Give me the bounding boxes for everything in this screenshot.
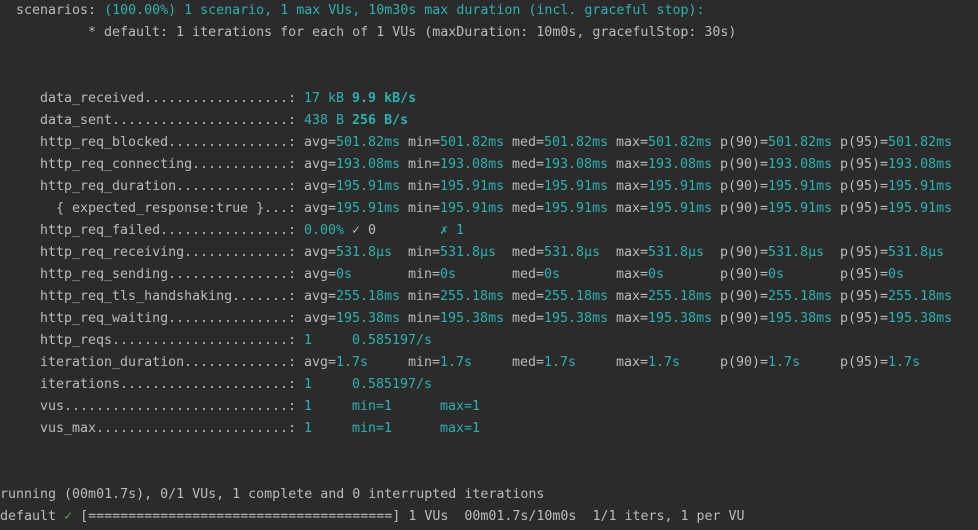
default-scenario-line: * default: 1 iterations for each of 1 VU…	[88, 25, 737, 40]
metric-rate-iterations: 0.585197/s	[352, 377, 433, 392]
metric-name-http-req-duration: http_req_duration..............:	[40, 179, 297, 194]
progress-scenario-label: default	[0, 509, 57, 524]
progress-bar: [======================================]	[80, 509, 401, 524]
metric-p90-http-req-connecting: p(90)=193.08ms	[720, 157, 833, 172]
metric-min-vus-max: min=1	[352, 421, 393, 436]
metric-avg-http-req-receiving: avg=531.8µs	[304, 245, 393, 260]
metric-min-http-req-sending: min=0s	[408, 267, 457, 282]
terminal-output: scenarios: (100.00%) 1 scenario, 1 max V…	[0, 0, 978, 530]
metric-p95-http-req-duration: p(95)=195.91ms	[840, 179, 953, 194]
metric-avg-http-req-connecting: avg=193.08ms	[304, 157, 401, 172]
metric-value-vus: 1	[304, 399, 313, 414]
metric-max-http-req-tls-handshaking: max=255.18ms	[616, 289, 713, 304]
metric-avg-http-req-tls-handshaking: avg=255.18ms	[304, 289, 401, 304]
metric-name-vus-max: vus_max........................:	[40, 421, 297, 436]
running-status: running (00m01.7s), 0/1 VUs, 1 complete …	[0, 487, 545, 502]
metric-avg-iteration-duration: avg=1.7s	[304, 355, 369, 370]
metric-max-http-req-receiving: max=531.8µs	[616, 245, 705, 260]
metric-name-iteration-duration: iteration_duration.............:	[40, 355, 297, 370]
metric-max-http-req-blocked: max=501.82ms	[616, 135, 713, 150]
metric-med-expected-response: med=195.91ms	[512, 201, 609, 216]
progress-stats: 1 VUs 00m01.7s/10m0s 1/1 iters, 1 per VU	[408, 509, 745, 524]
metric-min-http-req-waiting: min=195.38ms	[408, 311, 505, 326]
metric-p90-iteration-duration: p(90)=1.7s	[720, 355, 801, 370]
metric-p95-http-req-tls-handshaking: p(95)=255.18ms	[840, 289, 953, 304]
metric-med-http-req-tls-handshaking: med=255.18ms	[512, 289, 609, 304]
metric-max-http-req-duration: max=195.91ms	[616, 179, 713, 194]
metric-count-iterations: 1	[304, 377, 313, 392]
scenarios-label: scenarios:	[16, 3, 97, 18]
metric-rate-http-reqs: 0.585197/s	[352, 333, 433, 348]
metric-avg-http-req-waiting: avg=195.38ms	[304, 311, 401, 326]
metric-med-http-req-duration: med=195.91ms	[512, 179, 609, 194]
metric-max-expected-response: max=195.91ms	[616, 201, 713, 216]
metric-name-http-req-connecting: http_req_connecting............:	[40, 157, 297, 172]
metric-p95-http-req-receiving: p(95)=531.8µs	[840, 245, 945, 260]
metric-name-http-req-waiting: http_req_waiting...............:	[40, 311, 297, 326]
metric-avg-http-req-duration: avg=195.91ms	[304, 179, 401, 194]
metric-count-http-reqs: 1	[304, 333, 313, 348]
metric-p90-http-req-tls-handshaking: p(90)=255.18ms	[720, 289, 833, 304]
metric-min-http-req-connecting: min=193.08ms	[408, 157, 505, 172]
metric-value-http-req-failed: 0.00% ✓ 0	[304, 223, 377, 238]
metric-avg-expected-response: avg=195.91ms	[304, 201, 401, 216]
metric-name-vus: vus............................:	[40, 399, 297, 414]
metric-name-http-req-blocked: http_req_blocked...............:	[40, 135, 297, 150]
metric-p95-http-req-waiting: p(95)=195.38ms	[840, 311, 953, 326]
metric-name-data-received: data_received..................:	[40, 91, 297, 106]
metric-max-vus: max=1	[440, 399, 481, 414]
metric-name-expected-response: { expected_response:true }...:	[40, 201, 297, 216]
metric-min-http-req-duration: min=195.91ms	[408, 179, 505, 194]
metric-med-iteration-duration: med=1.7s	[512, 355, 577, 370]
metric-name-data-sent: data_sent......................:	[40, 113, 297, 128]
metric-p90-http-req-sending: p(90)=0s	[720, 267, 785, 282]
metric-p90-expected-response: p(90)=195.91ms	[720, 201, 833, 216]
metric-min-http-req-receiving: min=531.8µs	[408, 245, 497, 260]
metric-p95-http-req-sending: p(95)=0s	[840, 267, 905, 282]
metric-name-http-req-failed: http_req_failed................:	[40, 223, 297, 238]
metric-max-http-req-sending: max=0s	[616, 267, 665, 282]
metric-max-http-req-waiting: max=195.38ms	[616, 311, 713, 326]
metric-max-vus-max: max=1	[440, 421, 481, 436]
metric-med-http-req-receiving: med=531.8µs	[512, 245, 601, 260]
metric-med-http-req-blocked: med=501.82ms	[512, 135, 609, 150]
metric-value-data-sent: 438 B 256 B/s	[304, 113, 409, 128]
metric-name-http-req-receiving: http_req_receiving.............:	[40, 245, 297, 260]
metric-p90-http-req-duration: p(90)=195.91ms	[720, 179, 833, 194]
metric-p95-http-req-connecting: p(95)=193.08ms	[840, 157, 953, 172]
metric-med-http-req-sending: med=0s	[512, 267, 561, 282]
check-icon: ✓	[64, 509, 73, 524]
metric-med-http-req-waiting: med=195.38ms	[512, 311, 609, 326]
metric-med-http-req-connecting: med=193.08ms	[512, 157, 609, 172]
metric-p95-expected-response: p(95)=195.91ms	[840, 201, 953, 216]
metric-max-http-req-connecting: max=193.08ms	[616, 157, 713, 172]
metric-fail-count-http-req-failed: ✗ 1	[440, 223, 465, 238]
metric-max-iteration-duration: max=1.7s	[616, 355, 681, 370]
metric-p90-http-req-blocked: p(90)=501.82ms	[720, 135, 833, 150]
metric-min-http-req-blocked: min=501.82ms	[408, 135, 505, 150]
metric-value-data-received: 17 kB 9.9 kB/s	[304, 91, 417, 106]
scenarios-summary: (100.00%) 1 scenario, 1 max VUs, 10m30s …	[104, 3, 705, 18]
metric-min-iteration-duration: min=1.7s	[408, 355, 473, 370]
scenarios-line: scenarios: (100.00%) 1 scenario, 1 max V…	[16, 0, 704, 22]
metric-name-http-reqs: http_reqs......................:	[40, 333, 297, 348]
metric-name-http-req-sending: http_req_sending...............:	[40, 267, 297, 282]
metric-name-http-req-tls-handshaking: http_req_tls_handshaking.......:	[40, 289, 297, 304]
metric-p95-http-req-blocked: p(95)=501.82ms	[840, 135, 953, 150]
metric-min-vus: min=1	[352, 399, 393, 414]
metric-p95-iteration-duration: p(95)=1.7s	[840, 355, 921, 370]
metric-min-http-req-tls-handshaking: min=255.18ms	[408, 289, 505, 304]
metric-name-iterations: iterations.....................:	[40, 377, 297, 392]
metric-avg-http-req-sending: avg=0s	[304, 267, 353, 282]
metric-avg-http-req-blocked: avg=501.82ms	[304, 135, 401, 150]
metric-min-expected-response: min=195.91ms	[408, 201, 505, 216]
progress-line: default ✓ [=============================…	[0, 506, 745, 528]
metric-value-vus-max: 1	[304, 421, 313, 436]
metric-p90-http-req-receiving: p(90)=531.8µs	[720, 245, 825, 260]
metric-p90-http-req-waiting: p(90)=195.38ms	[720, 311, 833, 326]
